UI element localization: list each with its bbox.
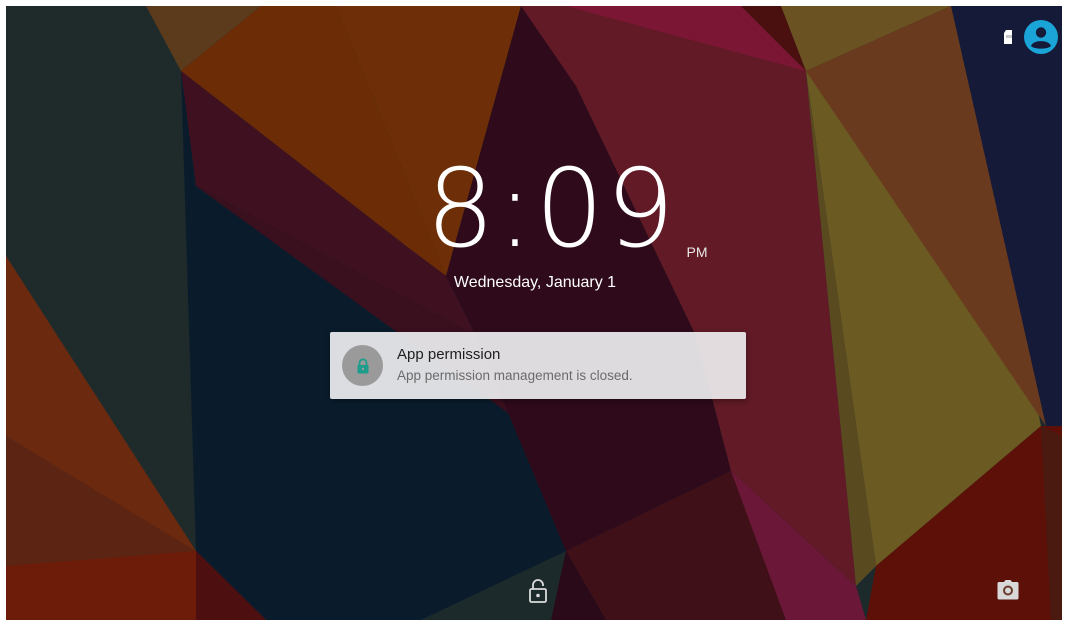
- unlock-icon[interactable]: [526, 578, 550, 604]
- lock-screen: 8:09 PM Wednesday, January 1 App permiss…: [6, 6, 1062, 620]
- camera-icon[interactable]: [996, 579, 1020, 601]
- clock: 8:09 PM: [426, 144, 708, 264]
- notification-text: App permission management is closed.: [397, 368, 633, 383]
- wallpaper: [6, 6, 1062, 620]
- sim-icon: [1004, 30, 1012, 44]
- notification-title: App permission: [397, 346, 501, 363]
- notification-card[interactable]: App permission App permission management…: [330, 332, 746, 399]
- status-bar: [1004, 20, 1058, 54]
- clock-ampm: PM: [686, 244, 708, 260]
- clock-time: 8:09: [426, 147, 677, 272]
- user-account-icon[interactable]: [1024, 20, 1058, 54]
- lock-icon: [357, 357, 368, 373]
- notification-icon: [342, 345, 383, 386]
- lock-date: Wednesday, January 1: [453, 274, 617, 291]
